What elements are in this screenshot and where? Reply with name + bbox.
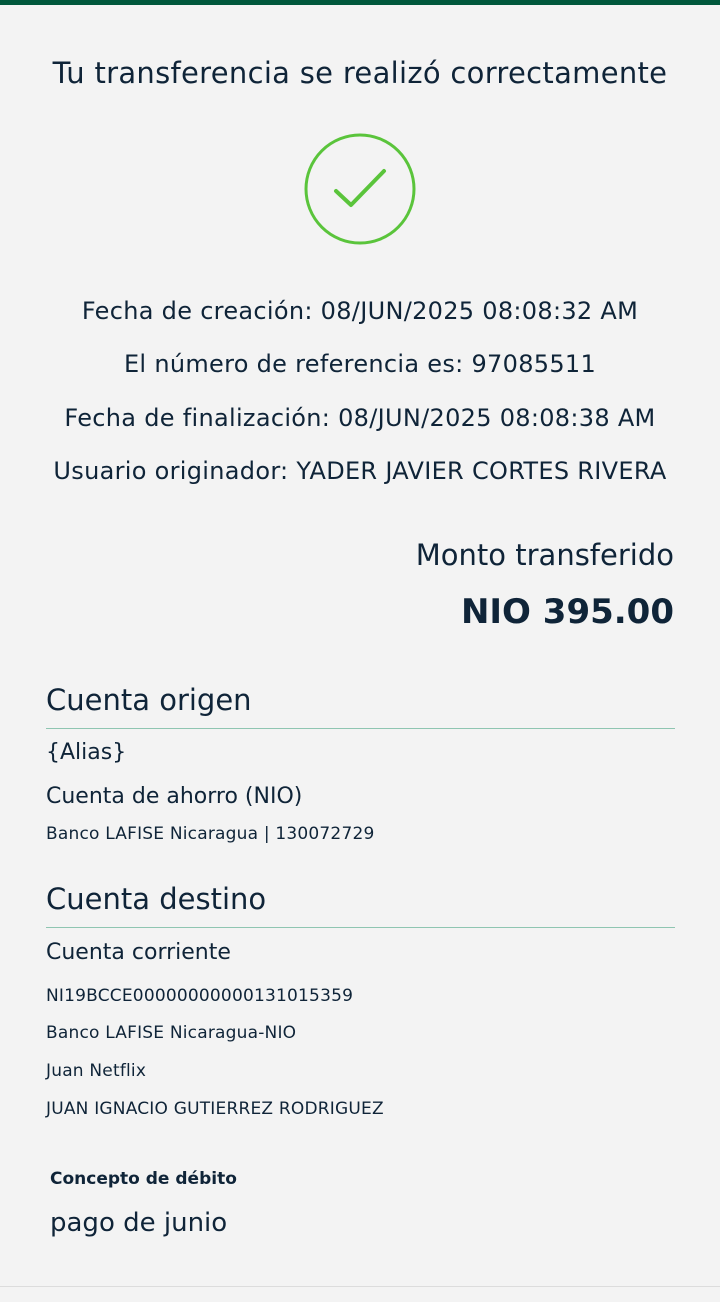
destination-holder: JUAN IGNACIO GUTIERREZ RODRIGUEZ [46, 1099, 384, 1119]
reference-number: El número de referencia es: 97085511 [123, 350, 597, 378]
check-circle-icon [304, 133, 416, 245]
destination-divider [46, 927, 675, 928]
creation-date: Fecha de creación: 08/JUN/2025 08:08:32 … [81, 297, 639, 325]
destination-bank: Banco LAFISE Nicaragua-NIO [46, 1023, 297, 1043]
amount-value: NIO 395.00 [460, 592, 674, 632]
page-title: Tu transferencia se realizó correctament… [52, 56, 668, 90]
top-accent-bar [0, 0, 720, 5]
destination-iban: NI19BCCE00000000000131015359 [46, 986, 354, 1006]
bottom-divider [0, 1286, 720, 1287]
origin-section-title: Cuenta origen [46, 683, 252, 717]
amount-label: Monto transferido [415, 538, 674, 572]
destination-section-title: Cuenta destino [46, 882, 267, 916]
originator-user: Usuario originador: YADER JAVIER CORTES … [53, 457, 667, 485]
origin-account-type: Cuenta de ahorro (NIO) [46, 784, 303, 809]
destination-nickname: Juan Netflix [46, 1061, 147, 1081]
origin-alias: {Alias} [46, 740, 127, 765]
concept-label: Concepto de débito [50, 1169, 237, 1189]
concept-value: pago de junio [50, 1208, 228, 1238]
origin-bank-account: Banco LAFISE Nicaragua | 130072729 [46, 824, 375, 844]
completion-date: Fecha de finalización: 08/JUN/2025 08:08… [64, 404, 656, 432]
destination-account-type: Cuenta corriente [46, 940, 231, 965]
origin-divider [46, 728, 675, 729]
